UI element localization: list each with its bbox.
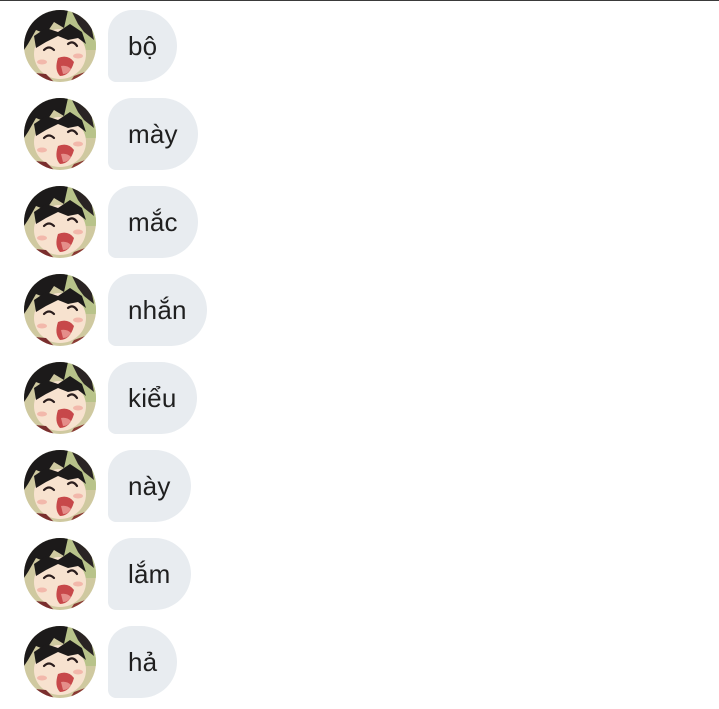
message-row: này [24, 450, 191, 522]
message-bubble[interactable]: bộ [108, 10, 178, 82]
laughing-face-icon [24, 274, 96, 346]
message-bubble[interactable]: lắm [108, 538, 191, 610]
message-bubble[interactable]: mắc [108, 186, 198, 258]
sender-avatar[interactable] [24, 274, 96, 346]
message-bubble[interactable]: nhắn [108, 274, 207, 346]
laughing-face-icon [24, 362, 96, 434]
message-row: lắm [24, 538, 191, 610]
laughing-face-icon [24, 10, 96, 82]
message-bubble[interactable]: hả [108, 626, 178, 698]
sender-avatar[interactable] [24, 98, 96, 170]
laughing-face-icon [24, 626, 96, 698]
sender-avatar[interactable] [24, 10, 96, 82]
laughing-face-icon [24, 538, 96, 610]
message-row: mày [24, 98, 198, 170]
sender-avatar[interactable] [24, 362, 96, 434]
message-bubble[interactable]: kiểu [108, 362, 197, 434]
message-row: hả [24, 626, 178, 698]
sender-avatar[interactable] [24, 626, 96, 698]
message-bubble[interactable]: mày [108, 98, 198, 170]
message-row: bộ [24, 10, 178, 82]
message-row: mắc [24, 186, 198, 258]
message-row: nhắn [24, 274, 207, 346]
message-bubble[interactable]: này [108, 450, 191, 522]
sender-avatar[interactable] [24, 450, 96, 522]
message-row: kiểu [24, 362, 197, 434]
chat-thread: bộ mày mắc nhắn kiểu này lắm hả [0, 0, 719, 709]
laughing-face-icon [24, 450, 96, 522]
sender-avatar[interactable] [24, 538, 96, 610]
laughing-face-icon [24, 186, 96, 258]
laughing-face-icon [24, 98, 96, 170]
sender-avatar[interactable] [24, 186, 96, 258]
